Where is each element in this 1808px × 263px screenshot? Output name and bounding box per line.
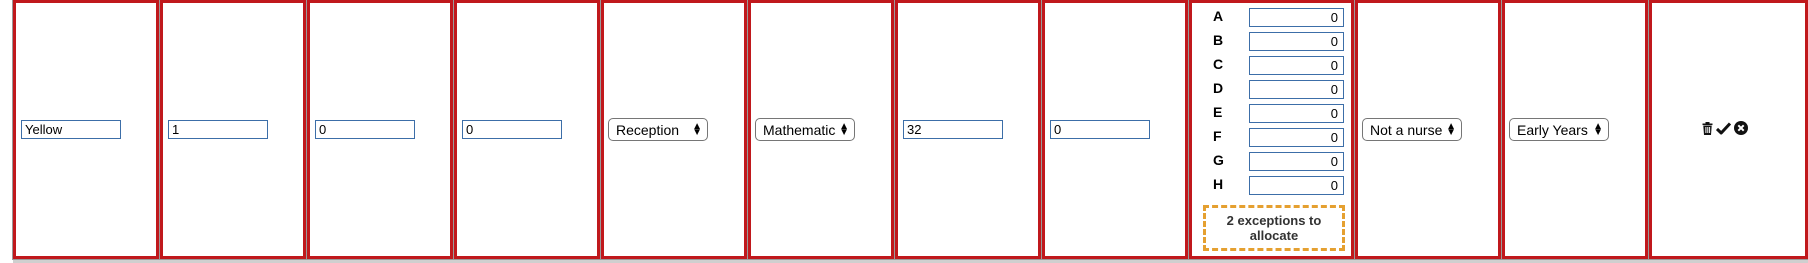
grade-label: H	[1213, 176, 1224, 192]
grade-label: E	[1213, 104, 1223, 120]
cell-year-group: Reception ▲ ▼	[600, 0, 748, 260]
grade-row: G 0	[1209, 152, 1354, 172]
grade-label: B	[1213, 32, 1224, 48]
cell-name	[12, 0, 160, 260]
grade-label: C	[1213, 56, 1224, 72]
grade-label: D	[1213, 80, 1224, 96]
cell-field3	[306, 0, 454, 260]
grade-input[interactable]: 0	[1249, 104, 1344, 123]
grade-input[interactable]: 0	[1249, 152, 1344, 171]
trash-icon[interactable]	[1702, 121, 1713, 135]
cell-nursery: Not a nursery ▲▼	[1354, 0, 1502, 260]
grade-label: G	[1213, 152, 1224, 168]
cell-subject: Mathematics ▲ ▼	[747, 0, 895, 260]
field3-input[interactable]	[315, 120, 415, 139]
nursery-value: Not a nursery	[1370, 121, 1443, 138]
nursery-select[interactable]: Not a nursery ▲▼	[1362, 118, 1462, 141]
check-icon[interactable]	[1716, 121, 1731, 135]
framework-value: Early Years Fc	[1517, 121, 1590, 138]
grade-row: F 0	[1209, 128, 1354, 148]
class-row: Reception ▲▼ Mathematics ▲▼ Not a nurser…	[0, 0, 1808, 263]
grade-input[interactable]: 0	[1249, 32, 1344, 51]
cell-field8	[1041, 0, 1189, 260]
row-actions	[1702, 121, 1748, 135]
grade-input[interactable]: 0	[1249, 176, 1344, 195]
grade-input[interactable]: 0	[1249, 56, 1344, 75]
grade-input[interactable]: 0	[1249, 8, 1344, 27]
field8-input[interactable]	[1050, 120, 1150, 139]
field4-input[interactable]	[462, 120, 562, 139]
subject-select[interactable]: Mathematics ▲ ▼	[755, 118, 855, 141]
grade-row: A 0	[1209, 8, 1354, 28]
grade-row: E 0	[1209, 104, 1354, 124]
grade-input[interactable]: 0	[1249, 128, 1344, 147]
name-input[interactable]	[21, 120, 121, 139]
year-group-value: Reception	[616, 121, 680, 138]
cell-field4	[453, 0, 601, 260]
year-group-select[interactable]: Reception ▲ ▼	[608, 118, 708, 141]
grade-label: F	[1213, 128, 1222, 144]
cell-capacity	[894, 0, 1042, 260]
select-arrows-icon: ▲ ▼	[1446, 120, 1456, 138]
select-arrows-icon: ▲ ▼	[839, 120, 849, 138]
framework-select[interactable]: Early Years Fc ▲▼	[1509, 118, 1609, 141]
subject-value: Mathematics	[763, 121, 837, 138]
grade-label: A	[1213, 8, 1224, 24]
grade-row: D 0	[1209, 80, 1354, 100]
cell-size	[159, 0, 307, 260]
grade-row: C 0	[1209, 56, 1354, 76]
grade-row: H 0	[1209, 176, 1354, 196]
cell-framework: Early Years Fc ▲▼	[1501, 0, 1649, 260]
grade-input[interactable]: 0	[1249, 80, 1344, 99]
exceptions-notice: 2 exceptions to allocate	[1203, 205, 1345, 251]
select-arrows-icon: ▲ ▼	[1593, 120, 1603, 138]
select-arrows-icon: ▲ ▼	[692, 120, 702, 138]
size-input[interactable]	[168, 120, 268, 139]
close-circle-icon[interactable]	[1734, 121, 1748, 135]
capacity-input[interactable]	[903, 120, 1003, 139]
grade-row: B 0	[1209, 32, 1354, 52]
